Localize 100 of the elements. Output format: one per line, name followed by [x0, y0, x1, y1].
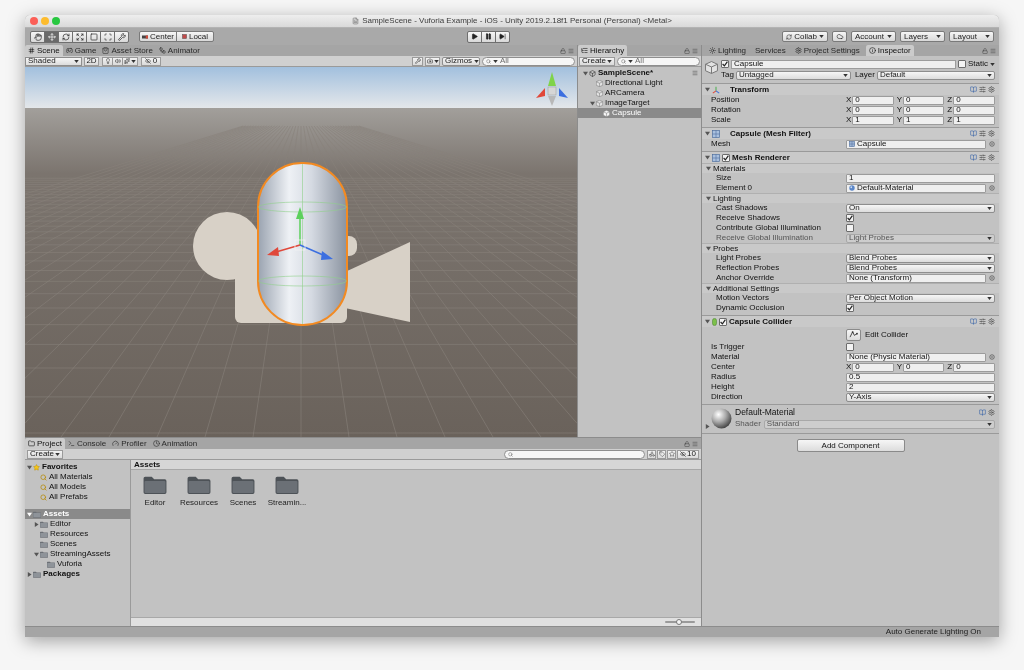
number-field[interactable]: 0: [852, 105, 894, 115]
fold-arrow-icon[interactable]: [34, 551, 39, 557]
number-field[interactable]: 0: [953, 95, 995, 105]
target-icon[interactable]: [989, 141, 995, 147]
custom-tool-button[interactable]: [114, 30, 129, 43]
panel-tab[interactable]: Console: [64, 438, 110, 449]
project-tree-item[interactable]: Scenes: [25, 539, 130, 549]
number-field[interactable]: 1: [953, 115, 995, 125]
project-tree-item[interactable]: Favorites: [25, 462, 130, 472]
lock-icon[interactable]: [560, 47, 566, 54]
checkbox[interactable]: [722, 153, 730, 162]
number-field[interactable]: 1: [846, 173, 995, 183]
book-icon[interactable]: [970, 130, 977, 137]
tag-dropdown[interactable]: Untagged: [735, 70, 851, 80]
number-field[interactable]: 0: [903, 105, 945, 115]
gizmos-dropdown[interactable]: Gizmos: [442, 56, 480, 66]
project-tree-item[interactable]: Editor: [25, 519, 130, 529]
number-field[interactable]: 0: [852, 362, 894, 372]
layer-dropdown[interactable]: Default: [876, 70, 995, 80]
hidden-packages-button[interactable]: 10: [677, 449, 699, 459]
number-field[interactable]: 0.5: [846, 372, 995, 382]
foldout-toggle[interactable]: Probes: [702, 243, 999, 253]
project-tree-item[interactable]: All Prefabs: [25, 492, 130, 502]
fold-arrow-icon[interactable]: [590, 100, 595, 106]
foldout-toggle[interactable]: Additional Settings: [702, 283, 999, 293]
object-field[interactable]: Default-Material: [846, 183, 986, 193]
number-field[interactable]: 0: [953, 362, 995, 372]
panel-tab[interactable]: Game: [62, 45, 100, 56]
property-dropdown[interactable]: On: [846, 203, 995, 213]
pivot-rotation-button[interactable]: Local: [176, 31, 214, 42]
hierarchy-item[interactable]: SampleScene*: [578, 68, 701, 78]
number-field[interactable]: 1: [852, 115, 894, 125]
folder-item[interactable]: Resources: [177, 476, 221, 507]
fold-arrow-icon[interactable]: [705, 424, 710, 429]
sliders-icon[interactable]: [979, 86, 986, 93]
checkbox[interactable]: [846, 343, 854, 351]
lock-icon[interactable]: [982, 47, 988, 54]
folder-item[interactable]: Scenes: [221, 476, 265, 507]
search-field[interactable]: All: [617, 56, 700, 66]
project-tree-item[interactable]: Packages: [25, 569, 130, 579]
book-icon[interactable]: [979, 408, 986, 416]
mode-2d-button[interactable]: 2D: [84, 56, 99, 66]
toolbar-dropdown[interactable]: Account: [851, 31, 896, 42]
toolbar-dropdown[interactable]: Layers: [900, 31, 945, 42]
fold-arrow-icon[interactable]: [583, 70, 588, 76]
checkbox[interactable]: [958, 60, 966, 68]
fold-arrow-icon[interactable]: [27, 511, 32, 517]
create-dropdown[interactable]: Create: [579, 56, 615, 66]
type-filter-button[interactable]: [647, 449, 657, 459]
object-field[interactable]: None (Transform): [846, 273, 986, 283]
settings-icon[interactable]: [988, 130, 995, 137]
sliders-icon[interactable]: [979, 130, 986, 137]
project-tree-item[interactable]: StreamingAssets: [25, 549, 130, 559]
label-filter-button[interactable]: [657, 449, 667, 459]
fold-arrow-icon[interactable]: [706, 196, 711, 201]
search-field[interactable]: [504, 449, 646, 459]
panel-tab[interactable]: Project: [25, 438, 65, 449]
foldout-toggle[interactable]: Lighting: [702, 193, 999, 203]
effects-dropdown[interactable]: [122, 56, 138, 66]
folder-item[interactable]: Editor: [133, 476, 177, 507]
panel-tab[interactable]: Hierarchy: [578, 45, 628, 56]
book-icon[interactable]: [970, 86, 977, 93]
sliders-icon[interactable]: [979, 154, 986, 161]
number-field[interactable]: 0: [903, 95, 945, 105]
zoom-button[interactable]: [52, 17, 60, 25]
shader-dropdown[interactable]: Standard: [763, 419, 995, 429]
object-field[interactable]: None (Physic Material): [846, 352, 986, 362]
number-field[interactable]: 0: [953, 105, 995, 115]
hidden-objects-button[interactable]: 0: [141, 56, 161, 66]
checkbox[interactable]: [846, 214, 854, 222]
fold-arrow-icon[interactable]: [706, 166, 711, 171]
step-button[interactable]: [495, 30, 510, 43]
checkbox[interactable]: [719, 317, 727, 326]
lock-icon[interactable]: [684, 440, 690, 447]
favorite-button[interactable]: [667, 449, 677, 459]
panel-tab[interactable]: Inspector: [865, 45, 914, 56]
book-icon[interactable]: [970, 154, 977, 161]
settings-icon[interactable]: [988, 318, 995, 325]
number-field[interactable]: 0: [852, 95, 894, 105]
toolbar-dropdown[interactable]: Layout: [949, 31, 994, 42]
property-dropdown[interactable]: Per Object Motion: [846, 293, 995, 303]
book-icon[interactable]: [970, 318, 977, 325]
fold-arrow-icon[interactable]: [705, 319, 710, 324]
checkbox[interactable]: [721, 60, 729, 68]
create-dropdown[interactable]: Create: [27, 449, 63, 459]
hierarchy-item[interactable]: Directional Light: [578, 78, 701, 88]
pivot-mode-button[interactable]: Center: [139, 31, 177, 42]
orientation-gizmo-drawing[interactable]: [536, 72, 568, 106]
fold-arrow-icon[interactable]: [27, 464, 32, 470]
panel-tab[interactable]: Services: [752, 45, 789, 56]
fold-arrow-icon[interactable]: [706, 246, 711, 251]
name-field[interactable]: Capsule: [731, 59, 956, 69]
number-field[interactable]: 2: [846, 382, 995, 392]
number-field[interactable]: 0: [903, 362, 945, 372]
panel-tab[interactable]: Profiler: [109, 438, 150, 449]
collab-dropdown[interactable]: Collab: [782, 31, 828, 42]
project-tree-item[interactable]: Resources: [25, 529, 130, 539]
project-tree-item[interactable]: All Materials: [25, 472, 130, 482]
sliders-icon[interactable]: [979, 318, 986, 325]
cloud-button[interactable]: [832, 31, 847, 42]
